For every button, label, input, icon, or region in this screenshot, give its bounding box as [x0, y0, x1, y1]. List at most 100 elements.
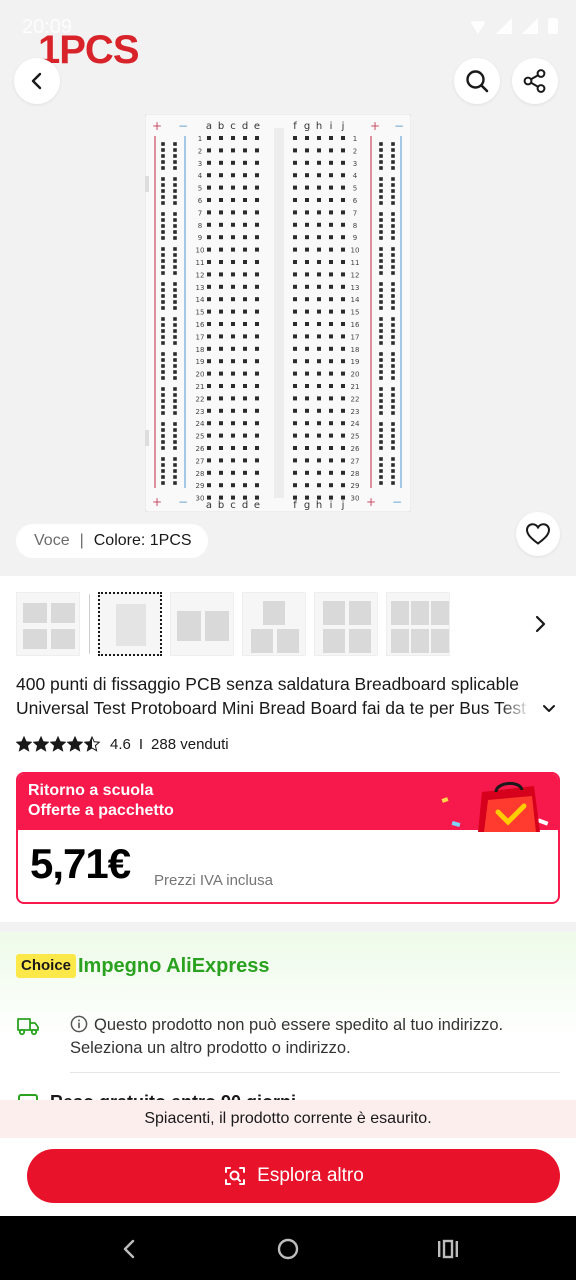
rail-hole	[161, 236, 165, 240]
rail-hole	[379, 300, 383, 304]
nav-home-icon[interactable]	[273, 1234, 303, 1264]
breadboard-hole	[219, 235, 223, 240]
breadboard-hole	[317, 470, 321, 475]
thumbnail-2-selected[interactable]	[98, 592, 162, 656]
breadboard-hole	[219, 297, 223, 302]
breadboard-hole	[255, 198, 259, 202]
row-number: 1	[198, 135, 202, 143]
wishlist-button[interactable]	[516, 512, 560, 556]
breadboard-hole	[207, 371, 211, 376]
thumbnail-6[interactable]	[386, 592, 450, 656]
breadboard-hole	[317, 222, 321, 227]
rail-hole	[161, 399, 165, 403]
rail-hole	[379, 212, 383, 216]
chevron-right-icon[interactable]	[528, 612, 552, 636]
thumbnail-4[interactable]	[242, 592, 306, 656]
breadboard-hole	[207, 235, 211, 240]
rail-hole	[379, 399, 383, 403]
nav-recents-icon[interactable]	[433, 1234, 463, 1264]
breadboard-hole	[219, 384, 223, 388]
row-number: 22	[351, 395, 360, 403]
breadboard-hole	[219, 322, 223, 326]
breadboard-hole	[305, 148, 309, 153]
breadboard-hole	[243, 260, 247, 264]
breadboard-hole	[293, 185, 297, 190]
column-letter: b	[218, 500, 224, 511]
row-number: 23	[196, 408, 205, 416]
rail-hole	[173, 154, 177, 158]
rail-hole	[391, 212, 395, 216]
rail-hole	[379, 475, 383, 479]
truck-icon	[17, 1018, 39, 1036]
breadboard-hole	[305, 160, 309, 165]
search-button[interactable]	[454, 58, 500, 104]
back-button[interactable]	[14, 58, 60, 104]
breadboard-hole	[293, 222, 297, 227]
breadboard-hole	[255, 185, 259, 190]
rail-hole	[391, 247, 395, 251]
promo-price-box[interactable]: Ritorno a scuola Offerte a pacchetto 5,7…	[16, 772, 560, 904]
variant-selector[interactable]: Voce | Colore: 1PCS	[16, 524, 208, 558]
rail-hole	[391, 236, 395, 240]
breadboard-hole	[317, 371, 321, 376]
row-number: 28	[196, 470, 205, 478]
breadboard-hole	[255, 408, 259, 413]
nav-back-icon[interactable]	[114, 1234, 144, 1264]
breadboard-hole	[231, 408, 235, 413]
choice-title[interactable]: Impegno AliExpress	[78, 954, 270, 978]
breadboard-hole	[243, 210, 247, 215]
rail-hole	[173, 335, 177, 339]
row-number: 11	[351, 259, 360, 267]
rail-hole	[173, 352, 177, 356]
breadboard-hole	[305, 346, 309, 351]
rail-hole	[173, 323, 177, 327]
rail-hole	[173, 142, 177, 146]
thumbnail-5[interactable]	[314, 592, 378, 656]
breadboard-hole	[329, 160, 333, 165]
breadboard-hole	[207, 160, 211, 165]
thumbnail-3[interactable]	[170, 592, 234, 656]
rail-hole	[173, 399, 177, 403]
breadboard-hole	[243, 371, 247, 376]
breadboard-hole	[341, 284, 345, 289]
breadboard-hole	[231, 235, 235, 240]
row-number: 25	[196, 433, 205, 441]
row-number: 14	[351, 296, 360, 304]
breadboard-hole	[243, 421, 247, 426]
battery-icon	[548, 18, 558, 34]
rail-hole	[379, 411, 383, 415]
star-icon	[50, 736, 66, 752]
rail-hole	[379, 364, 383, 368]
breadboard-hole	[317, 396, 321, 401]
rail-hole	[391, 265, 395, 269]
breadboard-hole	[231, 136, 235, 140]
rail-hole	[391, 411, 395, 415]
rail-hole	[161, 212, 165, 216]
star-icon	[84, 736, 100, 752]
breadboard-hole	[231, 185, 235, 190]
explore-more-button[interactable]: Esplora altro	[27, 1149, 560, 1203]
breadboard-hole	[293, 136, 297, 140]
breadboard-hole	[305, 198, 309, 202]
expand-chevron-icon[interactable]	[540, 700, 558, 718]
rail-hole	[379, 387, 383, 391]
rail-hole	[391, 352, 395, 356]
breadboard-hole	[231, 284, 235, 289]
breadboard-hole	[219, 495, 223, 500]
thumbnail-1[interactable]	[16, 592, 80, 656]
breadboard-hole	[293, 284, 297, 289]
row-number: 19	[196, 358, 205, 366]
breadboard-hole	[329, 483, 333, 488]
rating-row[interactable]: 4.6 I 288 venduti	[16, 734, 229, 754]
rail-hole	[173, 218, 177, 222]
rail-hole	[173, 148, 177, 152]
rail-hole	[391, 440, 395, 444]
rail-hole	[173, 440, 177, 444]
product-image-gallery[interactable]: 20:09 1PCS + − + − + − + − a a b b c c d d e e f f g g h h i i j j 1…	[0, 0, 576, 576]
share-button[interactable]	[512, 58, 558, 104]
breadboard-hole	[293, 384, 297, 388]
breadboard-hole	[219, 160, 223, 165]
rail-hole	[173, 411, 177, 415]
product-title[interactable]: 400 punti di fissaggio PCB senza saldatu…	[16, 672, 540, 720]
star-icon	[16, 736, 32, 752]
